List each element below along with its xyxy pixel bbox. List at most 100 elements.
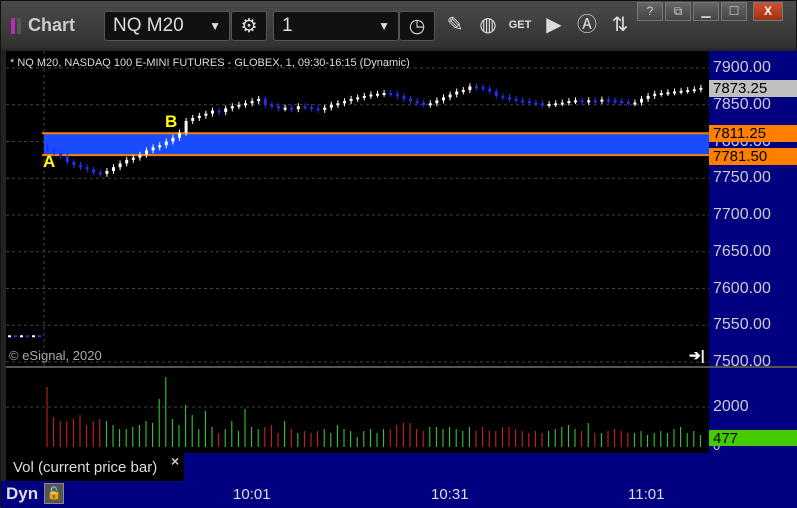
volume-chart[interactable] <box>6 368 709 453</box>
candle <box>395 93 399 96</box>
candle <box>494 91 498 96</box>
candle <box>184 120 188 133</box>
candle <box>587 100 591 103</box>
candle <box>217 110 221 113</box>
candle <box>151 147 155 151</box>
time-label-1101: 11:01 <box>628 486 665 503</box>
interval-clock-button[interactable]: ◷ <box>399 11 435 41</box>
chevron-down-icon[interactable]: ▼ <box>209 19 221 33</box>
current-volume-tag: 477 <box>709 430 797 447</box>
candle <box>468 86 472 91</box>
candle <box>692 89 696 92</box>
candle <box>164 141 168 146</box>
remove-study-close-icon[interactable]: × <box>171 453 179 469</box>
window-title: Chart <box>28 15 76 35</box>
candle <box>356 97 360 100</box>
candle <box>145 150 148 155</box>
candle <box>521 100 525 103</box>
dynamic-mode-label[interactable]: Dyn <box>6 484 38 504</box>
swap-arrows-icon[interactable]: ⇅ <box>606 11 634 39</box>
candle <box>46 146 49 149</box>
copyright: © eSignal, 2020 <box>9 348 102 363</box>
candle <box>574 100 577 103</box>
candle <box>79 165 82 168</box>
vol-axis-2000: 2000 <box>713 398 749 415</box>
candle <box>626 101 630 104</box>
price-label: 7900.00 <box>713 59 771 76</box>
candle <box>560 102 564 105</box>
candle <box>402 95 406 99</box>
candle <box>237 104 241 107</box>
candle <box>547 104 551 107</box>
interval-input[interactable]: 1 ▼ <box>273 11 399 41</box>
price-label: 7500.00 <box>713 353 771 370</box>
play-icon[interactable]: ▶ <box>540 11 568 39</box>
get-icon[interactable]: GET <box>506 11 534 39</box>
candle <box>178 132 181 138</box>
volume-legend: Vol (current price bar) <box>13 459 158 476</box>
candle <box>461 90 465 93</box>
candle <box>244 103 247 106</box>
settings-button[interactable]: ⚙ <box>231 11 267 41</box>
restore-menu-button[interactable]: ⧉ <box>665 2 691 21</box>
scroll-to-end-icon[interactable]: ➔| <box>689 347 705 364</box>
candle <box>131 157 135 160</box>
level-low-tag: 7781.50 <box>709 148 797 165</box>
label-a: A <box>43 152 56 171</box>
candle <box>646 95 650 99</box>
candle <box>508 97 511 100</box>
candle <box>303 106 307 109</box>
time-axis[interactable]: Dyn 🔓 10:01 10:31 11:01 <box>1 481 797 508</box>
candle <box>481 87 485 90</box>
price-label: 7650.00 <box>713 242 771 260</box>
candle <box>224 108 228 113</box>
chart-window: Chart NQ M20 ▼ ⚙ 1 ▼ ◷ ✎ ◍ GET ▶ Ⓐ ⇅ ? ⧉ ▁… <box>0 0 797 508</box>
candle <box>59 152 63 157</box>
candle <box>442 97 445 101</box>
candle <box>699 87 703 90</box>
symbol-input[interactable]: NQ M20 ▼ <box>104 11 230 41</box>
candle <box>527 101 531 104</box>
price-chart[interactable]: * NQ M20, NASDAQ 100 E-MINI FUTURES - GL… <box>6 51 709 366</box>
candle <box>343 101 346 104</box>
candle <box>158 145 162 148</box>
annotation-a-icon[interactable]: Ⓐ <box>573 11 601 39</box>
candle <box>362 95 366 98</box>
candle <box>488 88 492 92</box>
candle <box>659 92 663 95</box>
link-color-icon-2[interactable] <box>17 18 21 34</box>
maximize-button[interactable]: ☐ <box>721 2 747 21</box>
link-color-icon[interactable] <box>11 18 15 34</box>
interval-value: 1 <box>282 15 293 36</box>
candle <box>171 137 175 142</box>
close-button[interactable]: X <box>753 2 783 21</box>
candle <box>640 98 643 103</box>
candle <box>112 167 115 171</box>
candle <box>72 162 76 166</box>
candle <box>197 115 201 118</box>
candle <box>653 93 657 96</box>
studies-icon[interactable]: ◍ <box>474 11 502 39</box>
time-label-1031: 10:31 <box>431 486 469 503</box>
prior-candle <box>38 335 41 338</box>
candle <box>290 107 294 110</box>
price-axis[interactable]: 7900.007850.007800.007750.007700.007650.… <box>709 51 797 481</box>
candle <box>336 103 340 106</box>
pencil-icon[interactable]: ✎ <box>441 11 469 39</box>
lock-clock-icon[interactable]: 🔓 <box>44 483 64 504</box>
chevron-down-icon[interactable]: ▼ <box>378 19 390 33</box>
candle <box>679 90 683 93</box>
minimize-button[interactable]: ▁ <box>693 2 719 21</box>
candle <box>567 101 571 104</box>
prior-candle <box>32 335 35 338</box>
candle <box>455 91 459 95</box>
candle <box>263 98 267 105</box>
candle <box>475 86 478 89</box>
candle <box>673 91 676 94</box>
candle <box>428 103 432 106</box>
candle <box>422 102 426 105</box>
help-button[interactable]: ? <box>637 2 663 21</box>
candle <box>138 154 142 158</box>
candle <box>283 107 287 110</box>
volume-chart-svg <box>6 377 709 447</box>
